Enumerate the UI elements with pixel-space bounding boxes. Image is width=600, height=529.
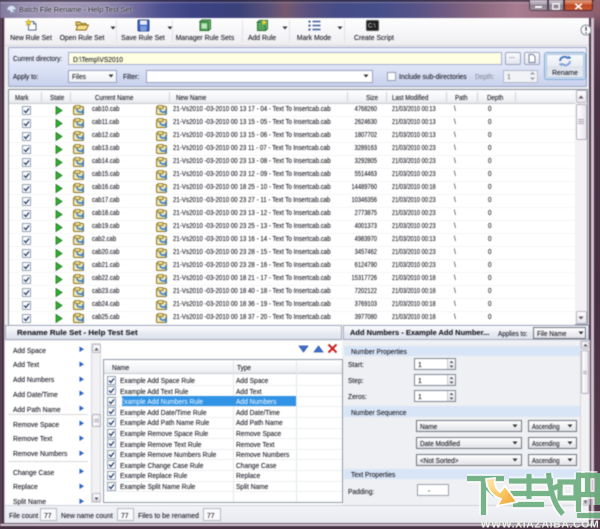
svg-text:C:\: C:\ <box>368 24 376 30</box>
